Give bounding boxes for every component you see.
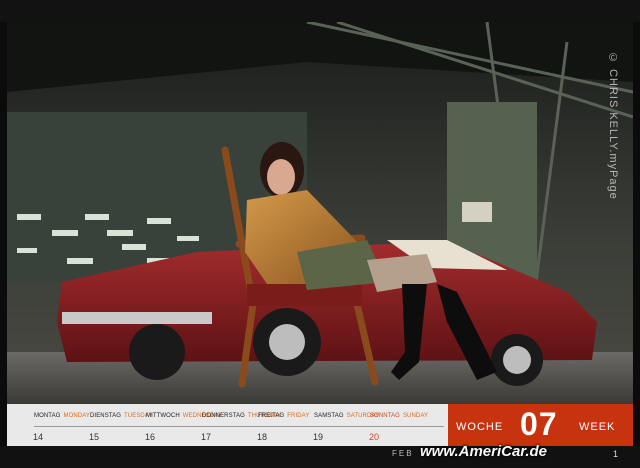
watermark: www.AmeriCar.de xyxy=(420,443,547,460)
day-sunday: SONNTAG SUNDAY 20 xyxy=(343,404,428,446)
photo-credit: © CHRIS KELLY.myPage xyxy=(607,52,619,200)
day-number: 18 xyxy=(257,432,268,442)
day-tuesday: DIENSTAG TUESDAY 15 xyxy=(63,404,153,446)
day-name: SONNTAG SUNDAY xyxy=(370,413,429,419)
day-saturday: SAMSTAG SATURDAY 19 xyxy=(287,404,379,446)
page-number: 1 xyxy=(613,449,619,459)
wall-sign xyxy=(462,202,492,222)
calendar-photo: © CHRIS KELLY.myPage xyxy=(7,22,633,404)
month-label: FEB xyxy=(392,449,414,458)
day-number: 14 xyxy=(33,432,44,442)
week-label-en: WEEK xyxy=(579,421,616,433)
day-monday: MONTAG MONDAY 14 xyxy=(7,404,90,446)
week-label-de: WOCHE xyxy=(456,421,504,433)
day-wednesday: MITTWOCH WEDNESDAY 16 xyxy=(119,404,222,446)
photo-illustration xyxy=(7,22,633,404)
day-thursday: DONNERSTAG THURSDAY 17 xyxy=(175,404,281,446)
top-bar xyxy=(0,0,640,22)
week-number: 07 xyxy=(520,406,558,442)
chair-seat xyxy=(247,284,362,306)
day-number: 15 xyxy=(89,432,100,442)
day-number: 20 xyxy=(369,432,380,442)
day-friday: FREITAG FRIDAY 18 xyxy=(231,404,309,446)
day-number: 16 xyxy=(145,432,156,442)
week-box: WOCHE 07 WEEK xyxy=(448,404,633,446)
day-number: 17 xyxy=(201,432,212,442)
day-number: 19 xyxy=(313,432,324,442)
